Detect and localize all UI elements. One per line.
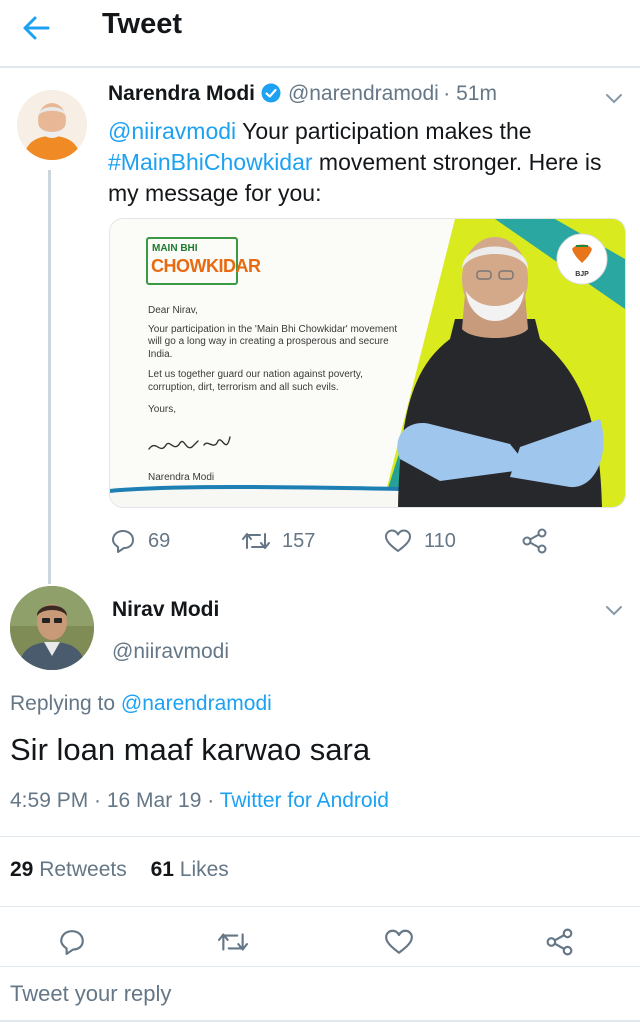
retweet-icon[interactable] [218,928,248,956]
divider [0,906,640,907]
like-count: 110 [424,529,456,552]
like-action[interactable]: 110 [384,528,456,554]
likes-stat[interactable]: 61 Likes [151,858,229,881]
reply-count: 69 [148,529,171,552]
hashtag-link[interactable]: #MainBhiChowkidar [108,149,313,175]
tweet-time: · 51m [443,82,497,105]
tweet-text-part: Your participation makes the [236,118,532,144]
author-name[interactable]: Narendra Modi [108,82,255,105]
chevron-down-icon[interactable] [604,92,624,106]
reply-timestamp: 4:59 PM · 16 Mar 19 · [10,789,220,812]
divider [0,836,640,837]
thread-connector [48,170,51,584]
letter-body: Dear Nirav, Your participation in the 'M… [148,305,398,417]
likes-label: Likes [173,858,229,881]
chevron-down-icon[interactable] [604,604,624,618]
retweet-count: 157 [282,529,316,552]
retweets-stat[interactable]: 29 Retweets [10,858,127,881]
replying-to-link[interactable]: @narendramodi [121,692,272,715]
top-bar: Tweet [0,0,640,68]
signature-name: Narendra Modi [148,472,215,483]
reply-input[interactable]: Tweet your reply [10,981,171,1007]
letter-paragraph: Let us together guard our nation against… [148,369,363,393]
media-card[interactable]: BJP MAIN BHI CHOWKIDAR Dear Nirav, Your … [109,218,626,508]
tweet-header: Narendra Modi @narendramodi · 51m [108,82,608,106]
share-icon[interactable] [522,528,548,554]
verified-badge-icon [261,83,281,103]
mention-link[interactable]: @niiravmodi [108,118,236,144]
avatar-image [17,90,87,160]
signature-image [148,436,231,450]
reply-author-name[interactable]: Nirav Modi [112,598,219,622]
tweet-text: @niiravmodi Your participation makes the… [108,116,628,209]
reply-author-handle[interactable]: @niiravmodi [112,640,229,664]
party-badge-text: BJP [575,271,589,278]
logo-main-text: CHOWKIDAR [151,256,261,276]
heart-icon [385,529,411,552]
chowkidar-logo: MAIN BHI CHOWKIDAR [146,237,261,285]
letter-greeting: Dear Nirav, [148,305,198,316]
reply-meta: 4:59 PM · 16 Mar 19 · Twitter for Androi… [10,789,389,813]
page-title: Tweet [102,8,183,40]
engagement-stats: 29 Retweets 61 Likes [10,858,229,882]
logo-top-text: MAIN BHI [152,243,198,254]
retweets-number: 29 [10,858,34,881]
avatar-image [10,586,94,670]
divider [0,966,640,967]
avatar-nirav-modi[interactable] [10,586,94,670]
likes-number: 61 [150,858,174,881]
heart-icon[interactable] [384,928,414,956]
replying-to: Replying to @narendramodi [10,692,272,716]
client-link[interactable]: Twitter for Android [220,789,389,812]
avatar-narendra-modi[interactable] [17,90,87,160]
retweet-icon [242,533,270,549]
reply-icon[interactable] [58,928,86,956]
share-icon[interactable] [546,928,574,956]
replying-prefix: Replying to [10,692,121,715]
back-arrow-icon[interactable] [18,10,54,46]
reply-action[interactable]: 69 [110,528,170,554]
retweets-label: Retweets [33,858,127,881]
retweet-action[interactable]: 157 [242,528,315,554]
letter-paragraph: Your participation in the 'Main Bhi Chow… [148,323,398,360]
divider [0,1020,640,1022]
letter-closing: Yours, [148,404,176,415]
reply-text: Sir loan maaf karwao sara [10,732,371,767]
reply-icon [112,530,134,553]
author-handle[interactable]: @narendramodi [288,82,439,105]
